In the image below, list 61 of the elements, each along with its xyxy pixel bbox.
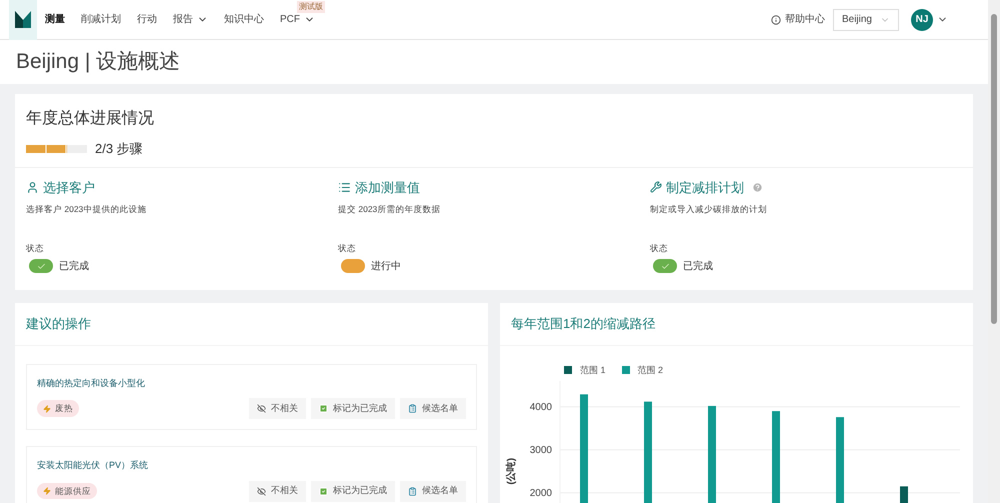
- location-select[interactable]: Beijing: [832, 8, 899, 30]
- user-avatar[interactable]: NJ: [911, 8, 933, 30]
- info-icon: [770, 14, 781, 24]
- action-button[interactable]: 不相关: [249, 480, 306, 502]
- step-title[interactable]: 选择客户: [43, 178, 95, 197]
- nav-tab[interactable]: 行动: [137, 12, 157, 28]
- step-title[interactable]: 制定减排计划: [666, 178, 744, 197]
- action-title[interactable]: 安装太阳能光伏（PV）系统: [37, 459, 466, 472]
- list-icon: [338, 180, 351, 194]
- legend-label: 范围 1: [580, 364, 606, 376]
- y-tick-label: 4000: [530, 402, 552, 413]
- bar: [900, 486, 908, 503]
- page-title: Beijing | 设施概述: [16, 49, 180, 76]
- nav-tab[interactable]: PCF: [280, 12, 315, 28]
- person-icon: [26, 180, 39, 194]
- action-title[interactable]: 精确的热定向和设备小型化: [37, 376, 466, 390]
- progress-reading: 2/3 步骤: [95, 140, 143, 158]
- card-title: 每年范围1和2的缩减路径: [500, 303, 973, 346]
- action-button[interactable]: 标记为已完成: [311, 398, 395, 419]
- nav-tab[interactable]: 知识中心: [224, 12, 264, 28]
- check-square-icon: [319, 404, 328, 413]
- action-button[interactable]: 不相关: [249, 398, 306, 419]
- step-description: 提交 2023所需的年度数据: [338, 203, 442, 216]
- action-button[interactable]: 候选名单: [400, 398, 466, 419]
- eye-off-icon: [257, 486, 266, 496]
- status-text: 已完成: [59, 260, 89, 274]
- logo[interactable]: [9, 0, 37, 40]
- check-icon: [660, 262, 670, 270]
- legend-label: 范围 2: [638, 364, 664, 376]
- help-icon[interactable]: [752, 182, 763, 193]
- action-button[interactable]: 标记为已完成: [311, 480, 395, 502]
- y-axis-label: (公吨): [506, 458, 517, 485]
- status-label: 状态: [338, 242, 357, 254]
- y-tick-label: 2000: [530, 488, 552, 499]
- check-icon: [36, 262, 46, 270]
- category-tag: 能源供应: [37, 482, 97, 500]
- y-tick-label: 3000: [530, 444, 552, 456]
- nav-tab[interactable]: 削减计划: [81, 12, 121, 28]
- status-label: 状态: [650, 242, 669, 254]
- help-link[interactable]: 帮助中心: [770, 12, 825, 27]
- eye-off-icon: [257, 404, 266, 413]
- wrench-icon: [650, 181, 662, 194]
- step-description: 选择客户 2023中提供的此设施: [26, 203, 148, 216]
- step-title[interactable]: 添加测量值: [355, 178, 420, 197]
- card-title: 建议的操作: [15, 303, 488, 346]
- status-label: 状态: [26, 242, 45, 254]
- clipboard-icon: [408, 404, 417, 413]
- category-tag: 废热: [37, 400, 79, 417]
- bolt-icon: [43, 404, 51, 412]
- beta-badge: 测试版: [297, 0, 325, 12]
- logo-icon: [15, 11, 31, 28]
- nav-tab[interactable]: 报告: [173, 12, 208, 28]
- action-button[interactable]: 候选名单: [400, 480, 466, 502]
- check-square-icon: [319, 486, 328, 496]
- card-title: 年度总体进展情况: [26, 108, 155, 129]
- step-description: 制定或导入减少碳排放的计划: [650, 203, 768, 216]
- bolt-icon: [43, 487, 51, 495]
- status-text: 进行中: [371, 260, 401, 274]
- nav-tab[interactable]: 测量: [45, 12, 65, 28]
- status-text: 已完成: [683, 260, 713, 274]
- clipboard-icon: [408, 486, 417, 496]
